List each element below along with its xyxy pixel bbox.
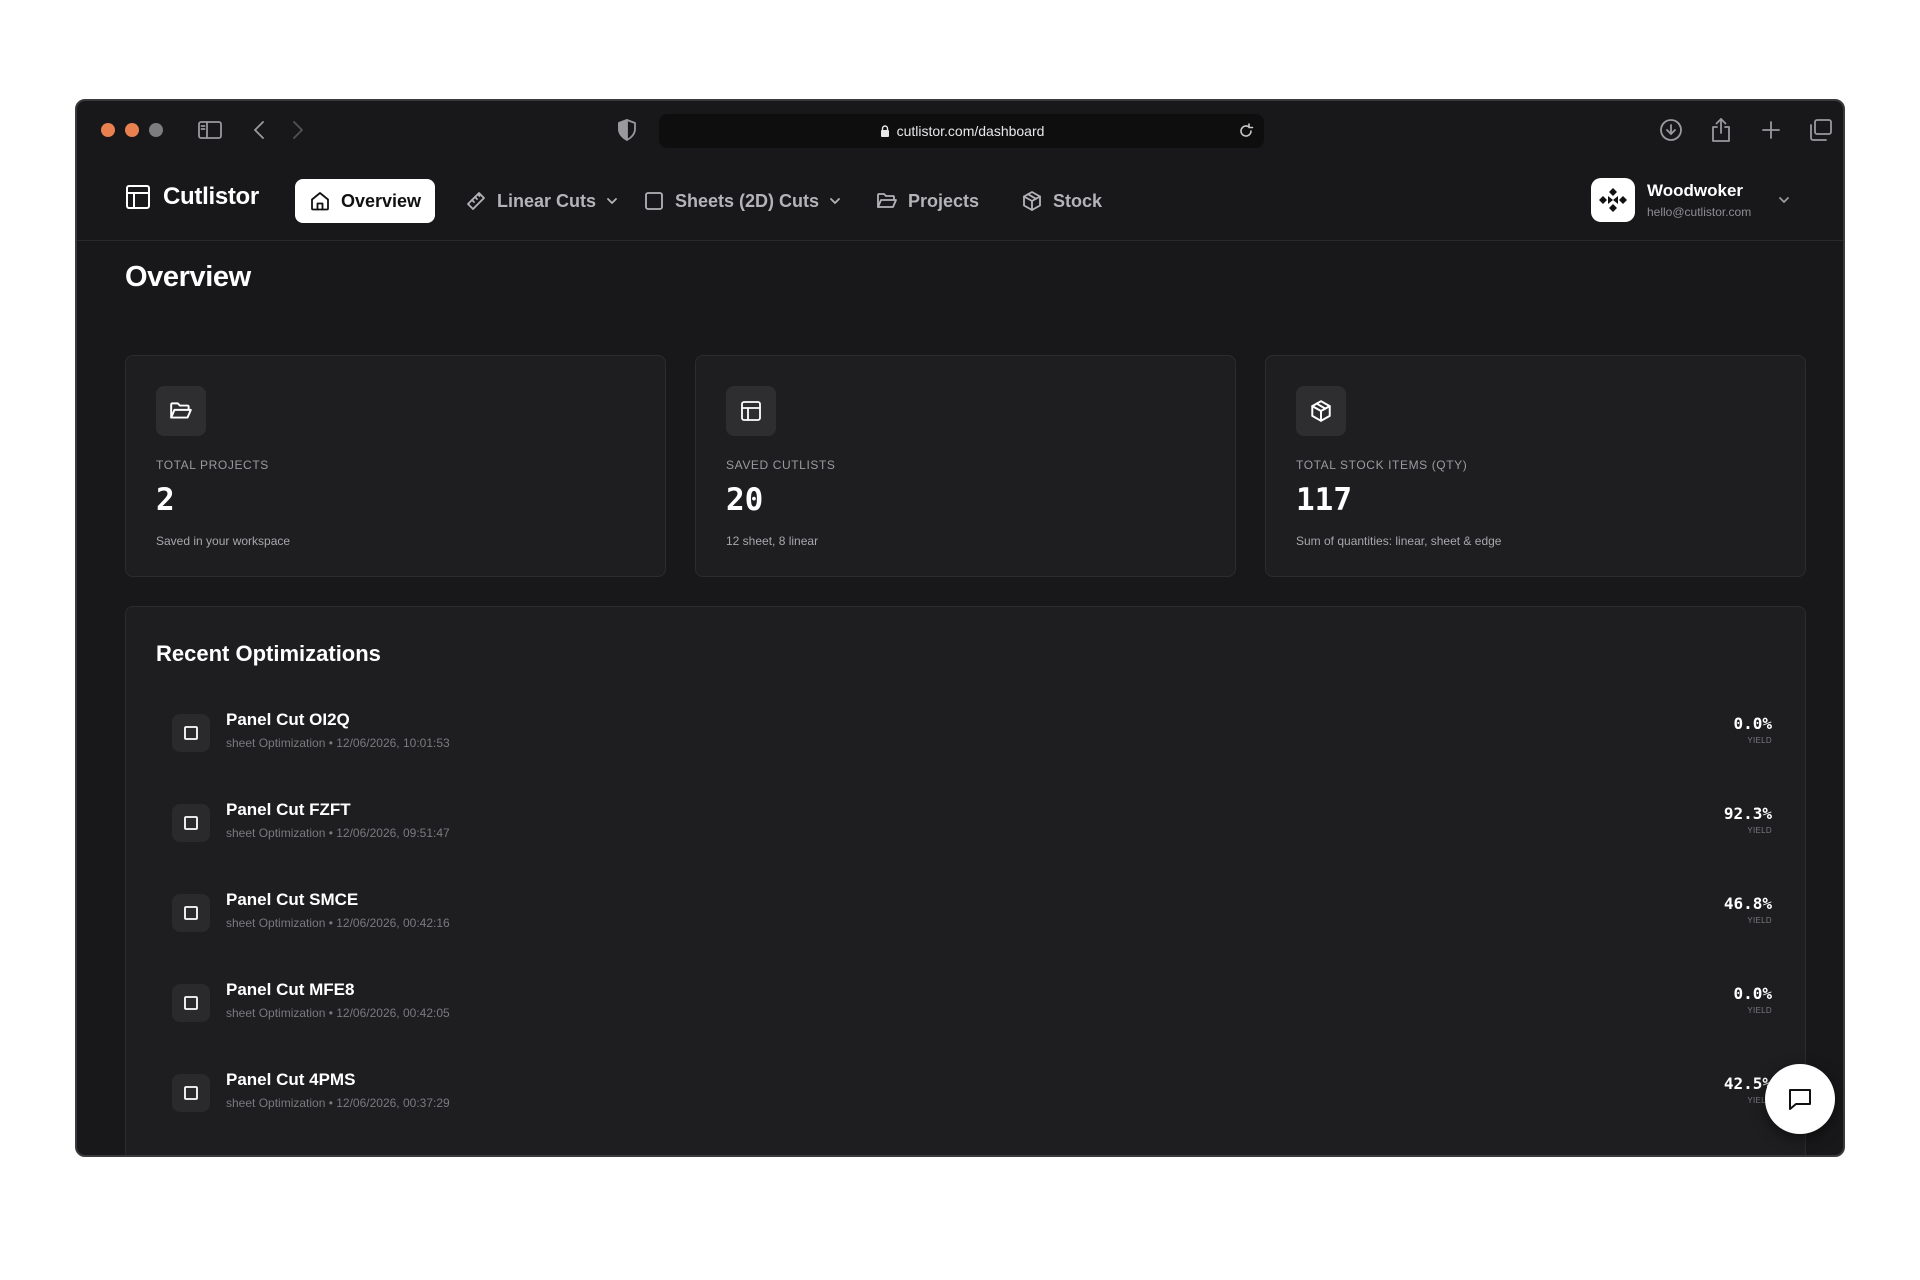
yield-value: 0.0% (1733, 984, 1772, 1003)
stat-card-saved-cutlists: SAVED CUTLISTS 20 12 sheet, 8 linear (695, 355, 1236, 577)
privacy-shield-icon[interactable] (612, 115, 642, 145)
yield-value: 42.5% (1723, 1074, 1772, 1093)
list-item-meta: sheet Optimization • 12/06/2026, 09:51:4… (226, 826, 450, 840)
stat-subtext: 12 sheet, 8 linear (726, 534, 819, 548)
address-bar[interactable]: cutlistor.com/dashboard (659, 114, 1264, 148)
list-item-title: Panel Cut FZFT (226, 800, 351, 819)
section-title: Recent Optimizations (156, 641, 381, 666)
list-item-title: Panel Cut OI2Q (226, 710, 350, 729)
list-item-title: Panel Cut SMCE (226, 890, 359, 909)
lock-icon (880, 125, 889, 137)
stat-card-total-projects: TOTAL PROJECTS 2 Saved in your workspace (125, 355, 666, 577)
yield-value: 46.8% (1723, 894, 1772, 913)
stat-card-total-stock-items: TOTAL STOCK ITEMS (QTY) 117 Sum of quant… (1265, 355, 1806, 577)
layout-logo-icon (126, 185, 150, 209)
nav-linear-cuts-label: Linear Cuts (497, 190, 597, 211)
nav-overview[interactable]: Overview (295, 179, 436, 223)
list-item-meta: sheet Optimization • 12/06/2026, 00:37:2… (226, 1096, 450, 1110)
maximize-window-button[interactable] (149, 123, 163, 137)
list-item-title: Panel Cut MFE8 (226, 980, 355, 999)
layout-icon (726, 386, 776, 436)
back-arrow-icon[interactable] (244, 115, 274, 145)
yield-label: YIELD (1747, 826, 1772, 835)
list-item[interactable]: Panel Cut SMCE sheet Optimization • 12/0… (172, 884, 1772, 944)
user-name: Woodwoker (1647, 181, 1744, 200)
ruler-icon (467, 192, 485, 210)
download-icon[interactable] (1656, 115, 1686, 145)
user-menu[interactable]: Woodwoker hello@cutlistor.com (1591, 178, 1791, 222)
user-info: Woodwoker hello@cutlistor.com (1647, 181, 1751, 219)
square-icon (172, 984, 210, 1022)
stat-value: 20 (726, 482, 764, 518)
list-item[interactable]: Panel Cut MFE8 sheet Optimization • 12/0… (172, 974, 1772, 1034)
package-icon (1023, 191, 1041, 211)
share-icon[interactable] (1706, 115, 1736, 145)
list-item-meta: sheet Optimization • 12/06/2026, 00:42:0… (226, 1006, 450, 1020)
list-item-meta: sheet Optimization • 12/06/2026, 00:42:1… (226, 916, 450, 930)
chat-button[interactable] (1765, 1064, 1835, 1134)
brand-logo[interactable]: Cutlistor (125, 183, 259, 211)
tab-overview-icon[interactable] (1806, 115, 1836, 145)
square-icon (172, 714, 210, 752)
yield-value: 92.3% (1723, 804, 1772, 823)
yield-label: YIELD (1747, 916, 1772, 925)
package-icon (1296, 386, 1346, 436)
avatar-pattern-icon (1599, 188, 1627, 212)
list-item[interactable]: Panel Cut OI2Q sheet Optimization • 12/0… (172, 704, 1772, 764)
browser-toolbar: cutlistor.com/dashboard (77, 101, 1843, 159)
app-navbar: Cutlistor Overview Linear Cuts Sheets (2… (77, 159, 1843, 241)
browser-window: cutlistor.com/dashboard Cutlistor Overvi… (75, 99, 1845, 1157)
square-icon (172, 894, 210, 932)
stat-value: 117 (1296, 482, 1352, 518)
stat-label: TOTAL PROJECTS (156, 458, 269, 472)
list-item[interactable]: Panel Cut FZFT sheet Optimization • 12/0… (172, 794, 1772, 854)
stat-label: TOTAL STOCK ITEMS (QTY) (1296, 458, 1468, 472)
avatar (1591, 178, 1635, 222)
yield-value: 0.0% (1733, 714, 1772, 733)
square-icon (172, 1074, 210, 1112)
list-item[interactable]: Panel Cut 4PMS sheet Optimization • 12/0… (172, 1064, 1772, 1124)
minimize-window-button[interactable] (125, 123, 139, 137)
user-email: hello@cutlistor.com (1647, 205, 1752, 219)
folder-open-icon (877, 193, 897, 208)
stat-value: 2 (156, 482, 175, 518)
forward-arrow-icon[interactable] (283, 115, 313, 145)
folder-open-icon (156, 386, 206, 436)
nav-linear-cuts[interactable]: Linear Cuts (451, 179, 632, 223)
nav-sheets-cuts-label: Sheets (2D) Cuts (675, 190, 820, 211)
nav-overview-label: Overview (341, 190, 422, 211)
chat-bubble-icon (1789, 1089, 1811, 1110)
nav-sheets-cuts[interactable]: Sheets (2D) Cuts (629, 179, 855, 223)
home-icon (311, 192, 329, 211)
list-item-meta: sheet Optimization • 12/06/2026, 10:01:5… (226, 736, 450, 750)
square-icon (645, 192, 663, 210)
yield-label: YIELD (1747, 736, 1772, 745)
recent-optimizations-panel: Recent Optimizations Panel Cut OI2Q shee… (125, 606, 1806, 1155)
new-tab-plus-icon[interactable] (1756, 115, 1786, 145)
chevron-down-icon (1779, 197, 1790, 203)
nav-projects[interactable]: Projects (862, 179, 993, 223)
brand-name: Cutlistor (163, 183, 259, 210)
stat-label: SAVED CUTLISTS (726, 458, 836, 472)
chevron-down-icon (830, 198, 840, 204)
stat-subtext: Sum of quantities: linear, sheet & edge (1296, 534, 1502, 548)
url-text: cutlistor.com/dashboard (896, 123, 1045, 139)
yield-label: YIELD (1747, 1006, 1772, 1015)
reload-icon[interactable] (1236, 121, 1256, 141)
list-item-title: Panel Cut 4PMS (226, 1070, 356, 1089)
nav-projects-label: Projects (908, 190, 980, 211)
square-icon (172, 804, 210, 842)
nav-stock-label: Stock (1053, 190, 1103, 211)
nav-stock[interactable]: Stock (1007, 179, 1116, 223)
sidebar-toggle-icon[interactable] (195, 115, 225, 145)
page-title: Overview (125, 261, 251, 293)
chevron-down-icon (607, 198, 617, 204)
stat-subtext: Saved in your workspace (156, 534, 291, 548)
close-window-button[interactable] (101, 123, 115, 137)
